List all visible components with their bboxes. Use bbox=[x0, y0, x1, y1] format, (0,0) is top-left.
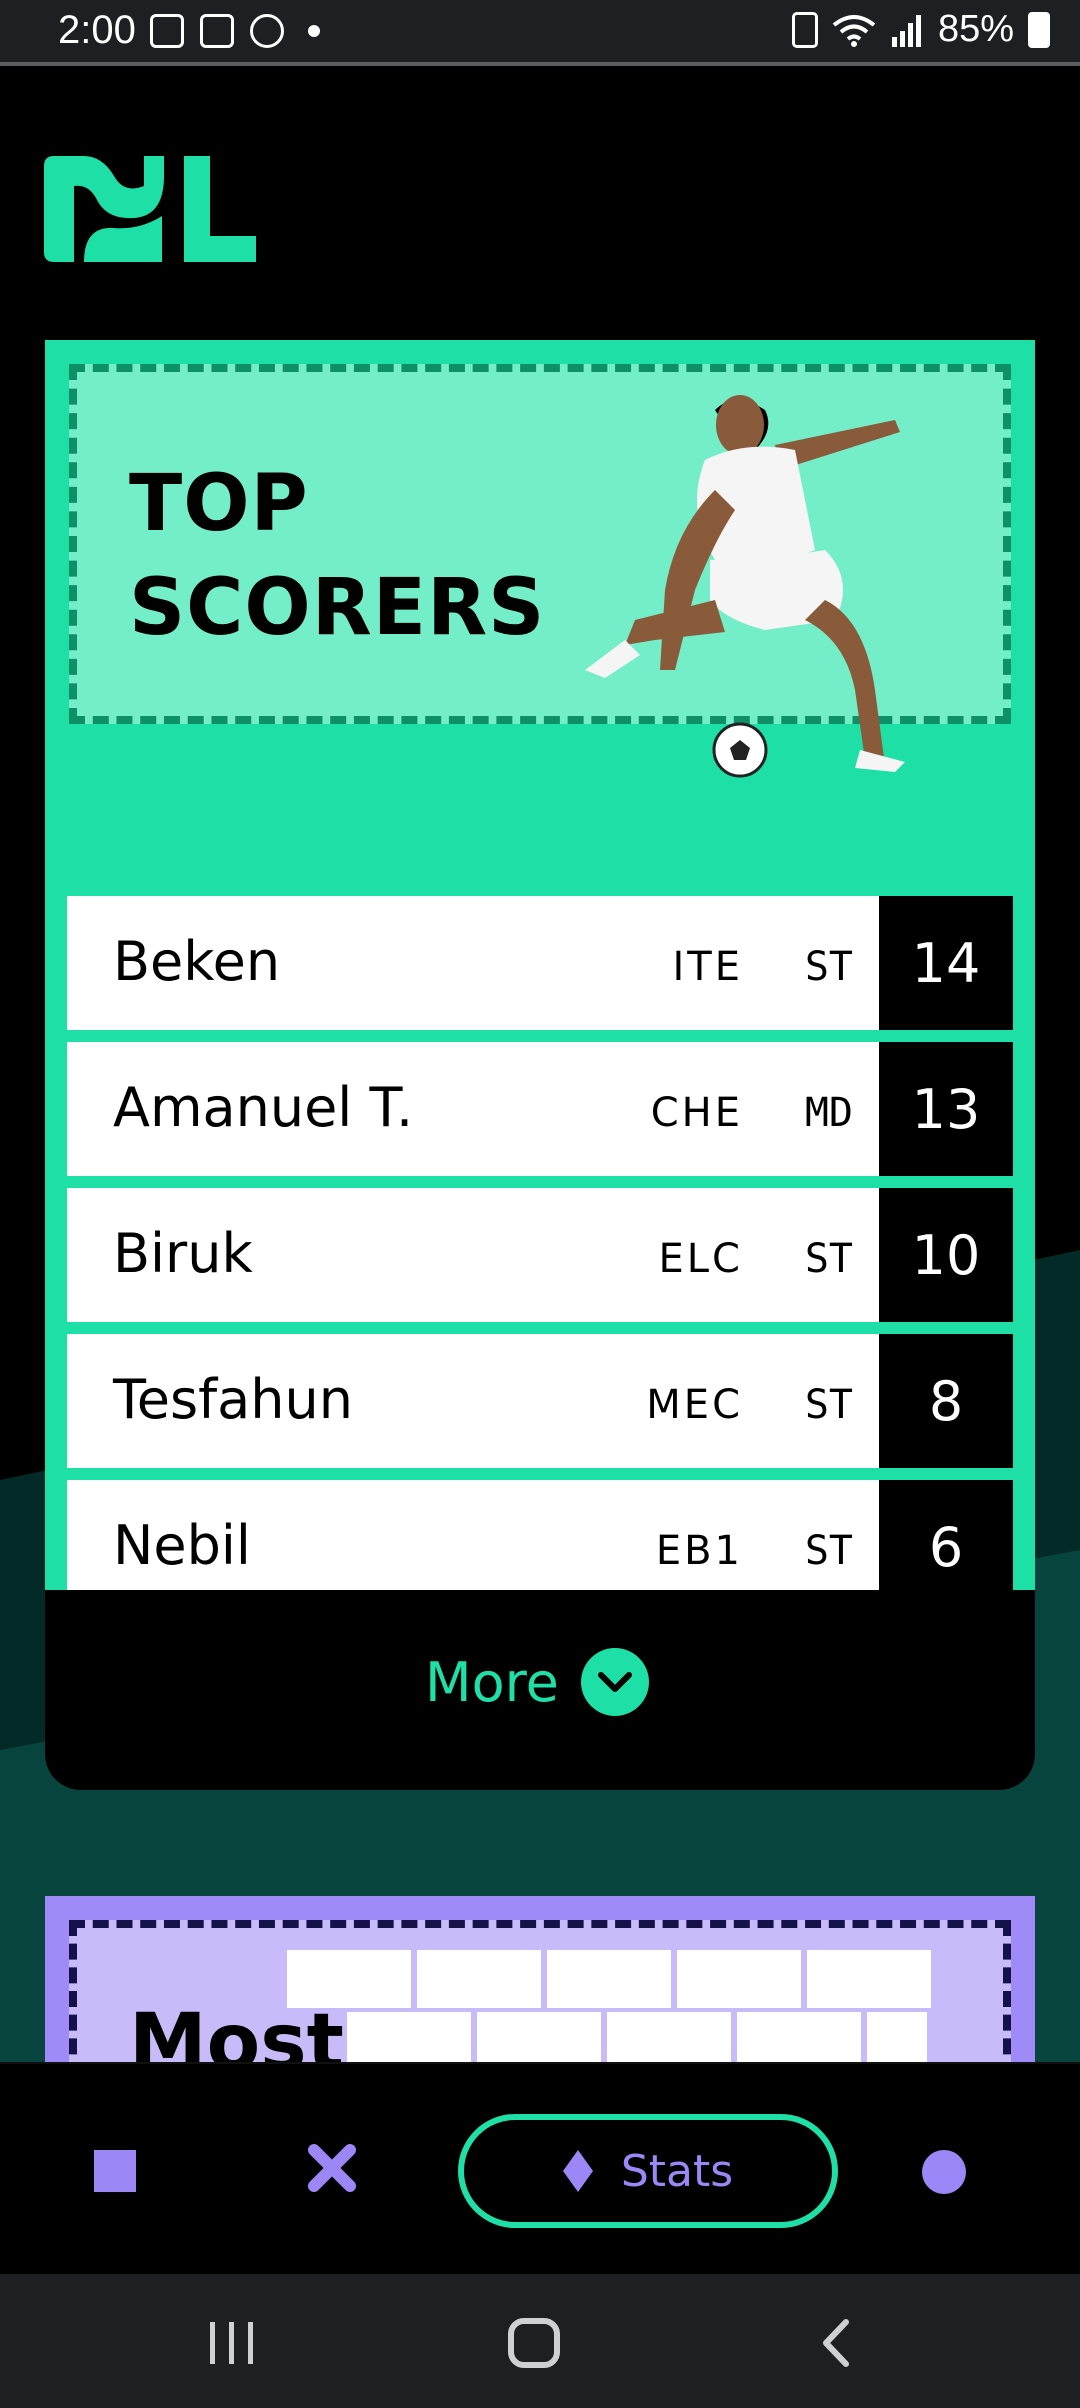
x-icon[interactable] bbox=[306, 2142, 358, 2194]
player-position: ST bbox=[804, 1382, 853, 1428]
player-team: MEC bbox=[646, 1382, 743, 1428]
top-scorers-panel: TOP SCORERS Beken ITE ST 14 Amanuel T. C… bbox=[45, 340, 1035, 1614]
grid-cell bbox=[807, 1950, 931, 2008]
stats-page[interactable]: TOP SCORERS Beken ITE ST 14 Amanuel T. C… bbox=[0, 70, 1080, 2062]
diamond-icon bbox=[562, 2150, 593, 2192]
square-icon[interactable] bbox=[94, 2150, 136, 2192]
more-button[interactable]: More bbox=[425, 1648, 649, 1716]
top-scorers-footer: More bbox=[45, 1590, 1035, 1790]
wifi-icon bbox=[832, 14, 876, 47]
player-team: CHE bbox=[650, 1090, 743, 1136]
home-icon[interactable] bbox=[508, 2318, 560, 2368]
grid-cell bbox=[607, 2012, 731, 2062]
more-notifications-icon bbox=[308, 25, 320, 37]
grid-cell bbox=[347, 2012, 471, 2062]
stats-tab[interactable]: Stats bbox=[458, 2114, 838, 2228]
most-card-header: Most bbox=[69, 1920, 1011, 2062]
battery-percent: 85% bbox=[937, 8, 1014, 50]
alarm-icon bbox=[250, 14, 284, 48]
status-time: 2:00 bbox=[58, 8, 136, 52]
signal-icon bbox=[891, 14, 921, 47]
scorer-row[interactable]: Beken ITE ST 14 bbox=[67, 896, 1013, 1030]
footballer-illustration-icon bbox=[585, 395, 905, 778]
scorers-list: Beken ITE ST 14 Amanuel T. CHE MD 13 Bir… bbox=[67, 896, 1013, 1626]
scorer-row[interactable]: Amanuel T. CHE MD 13 bbox=[67, 1042, 1013, 1176]
top-scorers-card: TOP SCORERS Beken ITE ST 14 Amanuel T. C… bbox=[45, 340, 1035, 1800]
most-card: Most bbox=[45, 1896, 1035, 2062]
player-goals: 14 bbox=[879, 896, 1013, 1030]
player-name: Nebil bbox=[113, 1514, 251, 1577]
league-logo-icon bbox=[44, 156, 256, 262]
grid-cell bbox=[737, 2012, 861, 2062]
system-navigation-bar bbox=[0, 2274, 1080, 2408]
player-position: ST bbox=[804, 1236, 853, 1282]
more-label: More bbox=[425, 1650, 559, 1714]
gallery-icon bbox=[150, 14, 184, 48]
chevron-down-icon bbox=[580, 1648, 649, 1716]
player-name: Biruk bbox=[113, 1222, 253, 1285]
circle-icon[interactable] bbox=[922, 2150, 966, 2194]
player-goals: 13 bbox=[879, 1042, 1013, 1176]
status-bar: 2:00 85% bbox=[0, 0, 1080, 66]
recent-apps-icon[interactable] bbox=[208, 2320, 256, 2366]
player-goals: 10 bbox=[879, 1188, 1013, 1322]
player-team: ITE bbox=[672, 944, 743, 990]
scorer-row[interactable]: Tesfahun MEC ST 8 bbox=[67, 1334, 1013, 1468]
title-line-1: TOP bbox=[129, 459, 309, 549]
player-position: MD bbox=[804, 1090, 853, 1136]
system-status-icons: 85% bbox=[791, 8, 1050, 51]
title-line-2: SCORERS bbox=[129, 563, 546, 653]
player-team: EB1 bbox=[655, 1528, 743, 1574]
battery-icon bbox=[1028, 11, 1050, 48]
back-icon[interactable] bbox=[816, 2318, 856, 2368]
bottom-navigation: Stats bbox=[0, 2062, 1080, 2272]
player-position: ST bbox=[804, 1528, 853, 1574]
player-name: Amanuel T. bbox=[113, 1076, 414, 1139]
hand-icon bbox=[200, 14, 234, 48]
grid-cell bbox=[417, 1950, 541, 2008]
notification-icons bbox=[150, 14, 320, 48]
top-scorers-title: TOP SCORERS bbox=[129, 452, 545, 660]
stats-tab-label: Stats bbox=[620, 2145, 734, 2197]
grid-cell bbox=[867, 2012, 927, 2062]
player-name: Tesfahun bbox=[113, 1368, 353, 1431]
battery-saver-icon bbox=[791, 11, 818, 48]
grid-cell bbox=[547, 1950, 671, 2008]
player-name: Beken bbox=[113, 930, 281, 993]
player-position: ST bbox=[804, 944, 853, 990]
player-goals: 8 bbox=[879, 1334, 1013, 1468]
player-team: ELC bbox=[658, 1236, 743, 1282]
scorer-row[interactable]: Biruk ELC ST 10 bbox=[67, 1188, 1013, 1322]
grid-cell bbox=[677, 1950, 801, 2008]
grid-cell bbox=[477, 2012, 601, 2062]
most-card-title: Most bbox=[129, 1998, 344, 2062]
